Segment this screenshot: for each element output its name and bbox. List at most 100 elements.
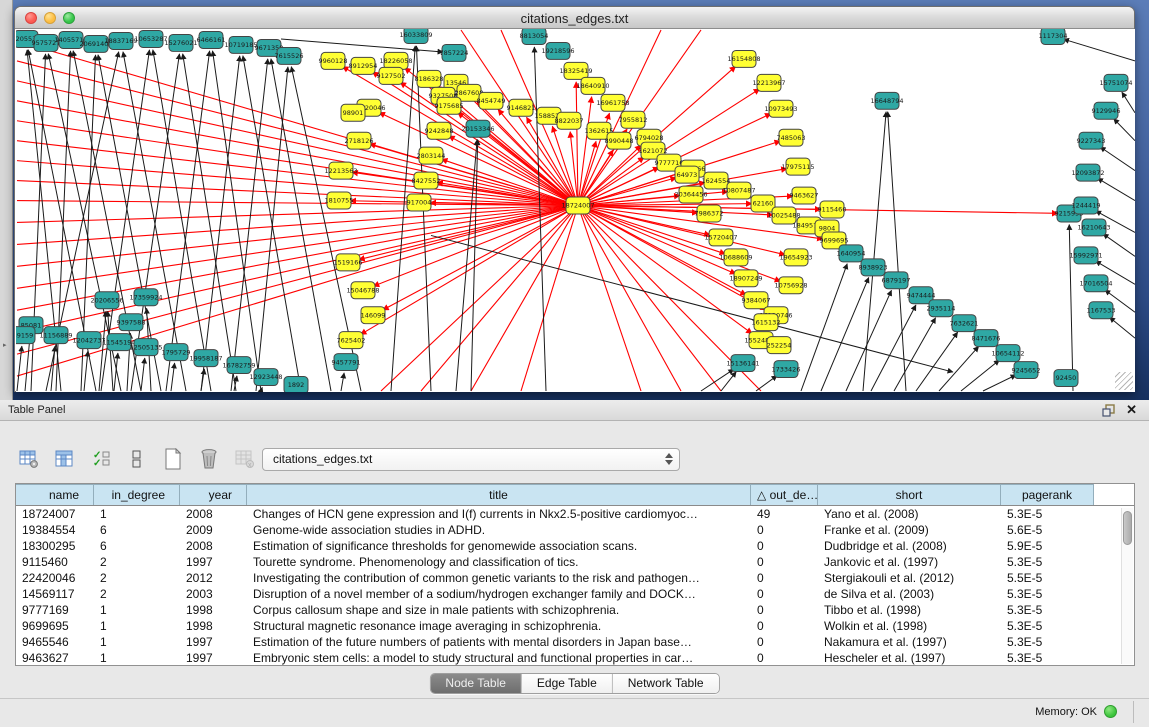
table-cell[interactable]: Wolkin et al. (1998) bbox=[818, 618, 1001, 634]
graph-node[interactable]: 9127502 bbox=[377, 67, 406, 84]
graph-node[interactable]: 17975115 bbox=[781, 158, 814, 175]
graph-node[interactable]: 9245652 bbox=[1012, 362, 1041, 379]
table-row[interactable]: 977716911998Corpus callosum shape and si… bbox=[16, 602, 1134, 618]
graph-node[interactable]: 7857224 bbox=[440, 44, 469, 61]
graph-node[interactable]: 15992971 bbox=[1069, 247, 1102, 264]
panel-collapse-handle[interactable]: ▸ bbox=[3, 342, 8, 349]
table-cell[interactable]: 1997 bbox=[180, 554, 247, 570]
graph-node[interactable]: 16648794 bbox=[870, 92, 903, 109]
table-cell[interactable]: 5.3E-5 bbox=[1001, 506, 1094, 522]
table-cell[interactable]: 9777169 bbox=[16, 602, 94, 618]
table-row[interactable]: 911546021997Tourette syndrome. Phenomeno… bbox=[16, 554, 1134, 570]
table-cell[interactable]: 1998 bbox=[180, 618, 247, 634]
graph-node[interactable]: 20153346 bbox=[461, 120, 494, 137]
graph-node[interactable]: 62160 bbox=[751, 195, 775, 212]
graph-node[interactable]: 7615526 bbox=[275, 47, 304, 64]
column-header-short[interactable]: short bbox=[818, 484, 1001, 505]
graph-node[interactable]: 12923448 bbox=[249, 369, 282, 386]
table-cell[interactable]: 1 bbox=[94, 506, 180, 522]
graph-node[interactable]: 15276021 bbox=[164, 34, 197, 51]
graph-node[interactable]: 10756928 bbox=[774, 277, 807, 294]
table-cell[interactable]: 9463627 bbox=[16, 650, 94, 666]
table-cell[interactable]: Franke et al. (2009) bbox=[818, 522, 1001, 538]
table-cell[interactable]: 0 bbox=[751, 554, 818, 570]
graph-node[interactable]: 7625402 bbox=[337, 332, 366, 349]
graph-node[interactable]: 98901 bbox=[341, 104, 365, 121]
table-cell[interactable]: 18300295 bbox=[16, 538, 94, 554]
graph-node[interactable]: 16782759 bbox=[222, 357, 255, 374]
select-columns-icon[interactable]: ✓ ✓ bbox=[90, 448, 112, 470]
table-row[interactable]: 969969511998Structural magnetic resonanc… bbox=[16, 618, 1134, 634]
table-cell[interactable]: 0 bbox=[751, 650, 818, 666]
table-row[interactable]: 2242004622012Investigating the contribut… bbox=[16, 570, 1134, 586]
table-cell[interactable]: 1 bbox=[94, 634, 180, 650]
graph-node[interactable]: 12213563 bbox=[324, 162, 357, 179]
table-cell[interactable]: Embryonic stem cells: a model to study s… bbox=[247, 650, 751, 666]
column-header-pagerank[interactable]: pagerank bbox=[1001, 484, 1094, 505]
table-cell[interactable]: 0 bbox=[751, 522, 818, 538]
graph-node[interactable]: 92450 bbox=[1054, 370, 1078, 387]
table-cell[interactable]: Estimation of significance thresholds fo… bbox=[247, 538, 751, 554]
table-cell[interactable]: 6 bbox=[94, 538, 180, 554]
table-cell[interactable]: 14569117 bbox=[16, 586, 94, 602]
graph-node[interactable]: 20364456 bbox=[674, 186, 707, 203]
graph-node[interactable]: 12042737 bbox=[72, 332, 105, 349]
graph-node[interactable]: 8471676 bbox=[972, 330, 1001, 347]
graph-node[interactable]: 1244419 bbox=[1072, 197, 1101, 214]
table-cell[interactable]: 9699695 bbox=[16, 618, 94, 634]
table-row[interactable]: 1938455462009Genome-wide association stu… bbox=[16, 522, 1134, 538]
table-cell[interactable]: 1 bbox=[94, 650, 180, 666]
graph-node[interactable]: 15751074 bbox=[1099, 74, 1132, 91]
table-cell[interactable]: 1998 bbox=[180, 602, 247, 618]
graph-node[interactable]: 917004 bbox=[407, 194, 432, 211]
graph-node[interactable]: 9384067 bbox=[742, 292, 771, 309]
table-cell[interactable]: 0 bbox=[751, 538, 818, 554]
graph-node[interactable]: 7485063 bbox=[777, 129, 806, 146]
table-cell[interactable]: 9115460 bbox=[16, 554, 94, 570]
column-header-year[interactable]: year bbox=[180, 484, 247, 505]
graph-node[interactable]: 18325419 bbox=[559, 62, 592, 79]
table-row[interactable]: 1830029562008Estimation of significance … bbox=[16, 538, 1134, 554]
table-cell[interactable]: Structural magnetic resonance image aver… bbox=[247, 618, 751, 634]
graph-node[interactable]: 6466161 bbox=[197, 31, 226, 48]
graph-node[interactable]: 17359924 bbox=[129, 289, 162, 306]
graph-node[interactable]: 7955812 bbox=[619, 111, 648, 128]
graph-node[interactable]: 9146821 bbox=[507, 99, 536, 116]
graph-node[interactable]: 19958187 bbox=[189, 350, 222, 367]
table-row[interactable]: 946362711997Embryonic stem cells: a mode… bbox=[16, 650, 1134, 666]
graph-node[interactable]: 9227343 bbox=[1077, 132, 1106, 149]
graph-node[interactable]: 8912954 bbox=[349, 57, 378, 74]
table-cell[interactable]: 2 bbox=[94, 554, 180, 570]
table-cell[interactable]: Yano et al. (2008) bbox=[818, 506, 1001, 522]
graph-node[interactable]: 9175685 bbox=[435, 97, 464, 114]
table-cell[interactable]: Tibbo et al. (1998) bbox=[818, 602, 1001, 618]
table-row[interactable]: 1456911722003Disruption of a novel membe… bbox=[16, 586, 1134, 602]
graph-node[interactable]: 8427552 bbox=[412, 172, 441, 189]
graph-node[interactable]: 18837169 bbox=[104, 32, 137, 49]
table-cell[interactable]: 2003 bbox=[180, 586, 247, 602]
delete-column-icon[interactable] bbox=[198, 448, 220, 470]
graph-node[interactable]: 39159 bbox=[16, 327, 35, 344]
graph-node[interactable]: 12213967 bbox=[752, 74, 785, 91]
graph-node[interactable]: 18640910 bbox=[576, 77, 609, 94]
show-columns-icon[interactable] bbox=[54, 448, 76, 470]
table-row[interactable]: 946554611997Estimation of the future num… bbox=[16, 634, 1134, 650]
table-cell[interactable]: Disruption of a novel member of a sodium… bbox=[247, 586, 751, 602]
graph-node[interactable]: 6879197 bbox=[882, 272, 911, 289]
table-cell[interactable]: Estimation of the future numbers of pati… bbox=[247, 634, 751, 650]
graph-node[interactable]: 18226058 bbox=[379, 52, 412, 69]
table-cell[interactable]: Hescheler et al. (1997) bbox=[818, 650, 1001, 666]
graph-node[interactable]: 17016504 bbox=[1079, 275, 1112, 292]
tab-network-table[interactable]: Network Table bbox=[613, 674, 719, 693]
graph-node[interactable]: 9242848 bbox=[425, 122, 454, 139]
graph-node[interactable]: 8186328 bbox=[415, 70, 444, 87]
graph-node[interactable]: 15720407 bbox=[704, 229, 737, 246]
table-cell[interactable]: 18724007 bbox=[16, 506, 94, 522]
graph-node[interactable]: 10688609 bbox=[719, 249, 752, 266]
graph-node[interactable]: 2718126 bbox=[345, 132, 374, 149]
table-cell[interactable]: 5.9E-5 bbox=[1001, 538, 1094, 554]
graph-node[interactable]: 1519166 bbox=[334, 254, 363, 271]
table-cell[interactable]: 2009 bbox=[180, 522, 247, 538]
graph-node[interactable]: 10807487 bbox=[722, 182, 755, 199]
table-cell[interactable]: de Silva et al. (2003) bbox=[818, 586, 1001, 602]
